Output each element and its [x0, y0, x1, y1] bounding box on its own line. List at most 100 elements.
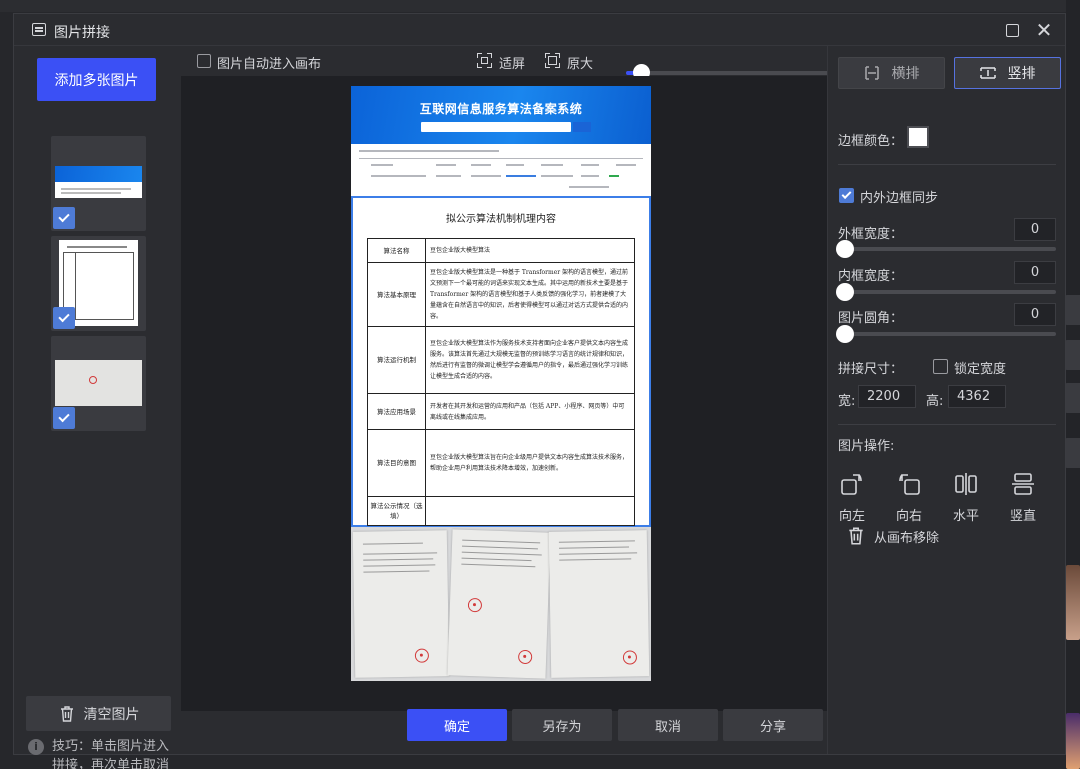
sync-borders-checkbox[interactable]: [839, 188, 854, 203]
scanned-pages-image: [351, 527, 651, 681]
corner-radius-knob[interactable]: [836, 325, 854, 343]
check-icon: [841, 189, 852, 200]
divider: [838, 164, 1056, 165]
thumbnail-item[interactable]: [51, 336, 146, 431]
background-photo: [1066, 565, 1080, 640]
thumbnail-check[interactable]: [53, 407, 75, 429]
height-input[interactable]: 4362: [948, 385, 1006, 408]
doc-header-banner: 互联网信息服务算法备案系统: [351, 86, 651, 144]
thumbnail-item[interactable]: [51, 136, 146, 231]
flip-horizontal-icon: [955, 473, 977, 495]
background-side-button: [1064, 295, 1080, 325]
outer-width-label: 外框宽度：: [838, 227, 904, 242]
outer-width-slider[interactable]: [836, 240, 1056, 258]
rotate-left-label: 向左: [838, 509, 865, 524]
title-bar: 图片拼接 ✕: [14, 14, 1065, 46]
clear-images-label: 清空图片: [83, 706, 140, 723]
vertical-mode-label: 竖排: [1007, 66, 1036, 82]
thumbnail-panel: 添加多张图片 清空图片 i 技巧：单击图片进入拼接，再次单击取消: [14, 46, 181, 769]
background-photo: [1066, 713, 1080, 769]
image-ops-label: 图片操作:: [838, 439, 895, 454]
inner-width-input[interactable]: 0: [1014, 261, 1056, 284]
doc-header-title: 互联网信息服务算法备案系统: [419, 102, 583, 116]
table-row: 算法应用场景 开发者在其开发和运营的应用和产品（包括 APP、小程序、网页等）中…: [368, 394, 634, 430]
lock-width-label: 锁定宽度: [954, 362, 1007, 377]
rotate-right-button[interactable]: 向右: [889, 471, 929, 524]
flip-vertical-icon: [1012, 473, 1034, 495]
border-color-label: 边框颜色：: [838, 134, 904, 149]
auto-enter-checkbox[interactable]: [197, 54, 211, 68]
original-size-icon[interactable]: [545, 53, 560, 68]
stitch-size-label: 拼接尺寸：: [838, 362, 904, 377]
background-side-button: [1064, 383, 1080, 413]
thumbnail-check[interactable]: [53, 307, 75, 329]
cancel-button[interactable]: 取消: [618, 709, 718, 741]
check-icon: [58, 410, 70, 423]
settings-panel: 横排 竖排 边框颜色： 内外边框同步 外框宽度： 0 内框宽度： 0 图片圆角：…: [827, 46, 1065, 754]
auto-enter-label: 图片自动进入画布: [217, 57, 322, 72]
zoom-slider[interactable]: [626, 64, 836, 81]
inner-width-label: 内框宽度：: [838, 269, 904, 284]
remove-from-canvas-label: 从画布移除: [874, 530, 940, 546]
stitch-icon: [32, 23, 46, 36]
maximize-icon: [1005, 23, 1019, 37]
dialog-title: 图片拼接: [54, 25, 110, 41]
flip-horizontal-button[interactable]: 水平: [946, 471, 986, 524]
add-images-button[interactable]: 添加多张图片: [37, 58, 156, 101]
rotate-right-label: 向右: [895, 509, 922, 524]
lock-width-checkbox[interactable]: [933, 359, 948, 374]
check-icon: [58, 310, 70, 323]
close-icon: ✕: [1035, 18, 1053, 42]
original-size-button[interactable]: 原大: [567, 53, 593, 72]
thumbnail-item[interactable]: [51, 236, 146, 331]
inner-width-knob[interactable]: [836, 283, 854, 301]
inner-width-slider[interactable]: [836, 283, 1056, 301]
trash-icon: [849, 527, 863, 545]
scanned-page: [447, 529, 551, 679]
table-row: 算法目的意图 豆包企业版大模型算法旨在向企业级用户提供文本内容生成算法技术服务，…: [368, 430, 634, 497]
corner-radius-input[interactable]: 0: [1014, 303, 1056, 326]
stitch-canvas: 互联网信息服务算法备案系统 拟公示算法机制机理内容 算法名称 豆包企业版大模型算…: [181, 76, 827, 711]
table-row: 算法运行机制 豆包企业版大模型算法作为服务技术支持者面向企业客户提供文本内容生成…: [368, 327, 634, 394]
horizontal-layout-icon: [864, 66, 879, 80]
sync-borders-label: 内外边框同步: [860, 191, 939, 206]
outer-width-input[interactable]: 0: [1014, 218, 1056, 241]
outer-width-knob[interactable]: [836, 240, 854, 258]
background-toolbar: [0, 0, 1080, 12]
background-side-button: [1064, 438, 1080, 468]
image-stitch-dialog: 图片拼接 ✕ 添加多张图片 清空图片 i 技巧：单击图片进入拼接，再次单击取消 …: [13, 13, 1066, 769]
horizontal-mode-button[interactable]: 横排: [838, 57, 945, 89]
scanned-page: [548, 530, 650, 678]
fit-screen-button[interactable]: 适屏: [499, 53, 525, 72]
flip-vertical-button[interactable]: 竖直: [1003, 471, 1043, 524]
close-button[interactable]: ✕: [1034, 20, 1054, 40]
maximize-button[interactable]: [1002, 20, 1022, 40]
clear-images-button[interactable]: 清空图片: [26, 696, 171, 731]
vertical-layout-icon: [979, 67, 996, 79]
border-color-swatch[interactable]: [907, 126, 929, 148]
selected-image-frame[interactable]: 拟公示算法机制机理内容 算法名称 豆包企业版大模型算法 算法基本原理 豆包企业版…: [351, 196, 651, 527]
thumbnail-check[interactable]: [53, 207, 75, 229]
table-row: 算法名称 豆包企业版大模型算法: [368, 239, 634, 263]
rotate-left-button[interactable]: 向左: [832, 471, 872, 524]
doc-result-table: [351, 144, 651, 196]
info-icon: i: [28, 739, 44, 755]
stitched-image[interactable]: 互联网信息服务算法备案系统 拟公示算法机制机理内容 算法名称 豆包企业版大模型算…: [351, 86, 651, 681]
doc-search-button: [573, 122, 591, 132]
remove-from-canvas-button[interactable]: 从画布移除: [846, 526, 939, 546]
height-label: 高:: [926, 394, 944, 409]
check-icon: [58, 210, 70, 223]
tip-text: 技巧：单击图片进入拼接，再次单击取消: [52, 739, 170, 769]
width-input[interactable]: 2200: [858, 385, 916, 408]
vertical-mode-button[interactable]: 竖排: [954, 57, 1061, 89]
thumbnail-image: [55, 166, 142, 198]
scanned-page: [352, 530, 450, 678]
fit-screen-icon[interactable]: [477, 53, 492, 68]
algorithm-table: 算法名称 豆包企业版大模型算法 算法基本原理 豆包企业版大模型算法是一种基于 T…: [367, 238, 635, 526]
corner-radius-slider[interactable]: [836, 325, 1056, 343]
background-side-button: [1064, 340, 1080, 370]
save-as-button[interactable]: 另存为: [512, 709, 612, 741]
confirm-button[interactable]: 确定: [407, 709, 507, 741]
rotate-right-icon: [899, 474, 920, 495]
share-button[interactable]: 分享: [723, 709, 823, 741]
